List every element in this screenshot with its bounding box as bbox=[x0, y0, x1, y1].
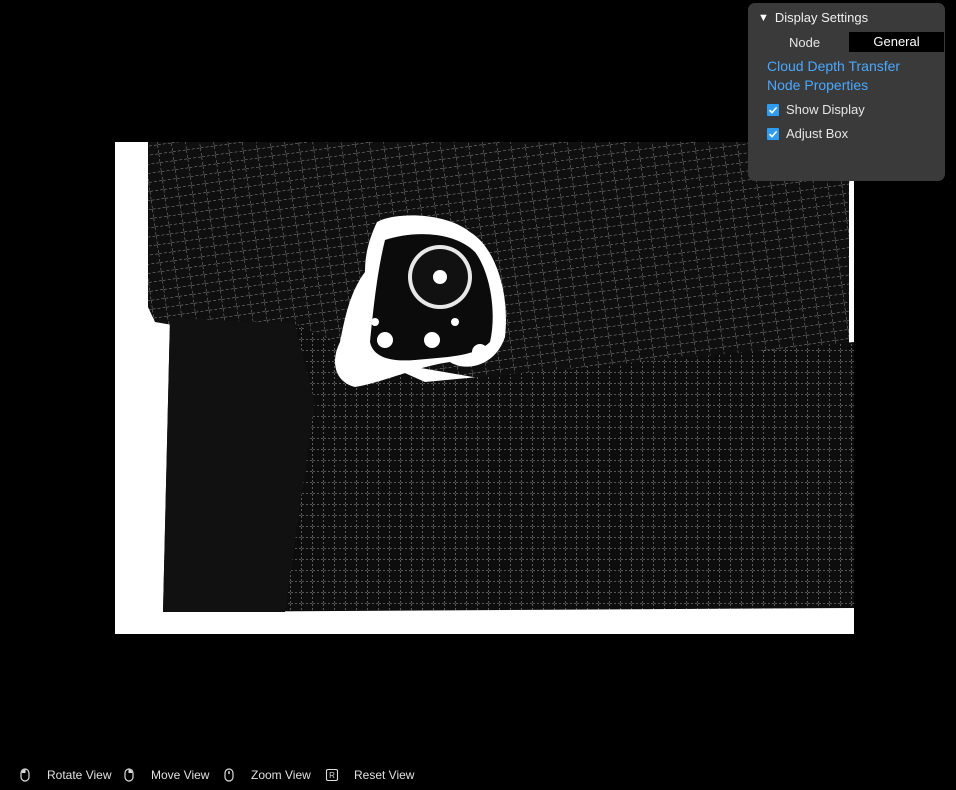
adjust-box-label: Adjust Box bbox=[786, 126, 849, 141]
checkmark-icon[interactable] bbox=[767, 103, 779, 116]
display-settings-panel: ▼ Display Settings Node General Cloud De… bbox=[748, 3, 945, 181]
cloud-depth-transfer-link[interactable]: Cloud Depth Transfer bbox=[767, 58, 900, 74]
node-label: Node bbox=[789, 35, 821, 50]
display-settings-header[interactable]: ▼ Display Settings bbox=[758, 10, 868, 25]
hint-rotate-view: Rotate View bbox=[18, 762, 111, 788]
hint-move-view: Move View bbox=[122, 762, 209, 788]
panel-title: Display Settings bbox=[774, 10, 869, 25]
hint-zoom-view: Zoom View bbox=[222, 762, 311, 788]
hint-label: Move View bbox=[151, 768, 210, 782]
adjust-box-checkbox[interactable]: Adjust Box bbox=[767, 126, 848, 141]
key-r-icon: R bbox=[325, 768, 339, 782]
node-properties-link[interactable]: Node Properties bbox=[767, 77, 868, 93]
node-select[interactable]: General bbox=[849, 32, 944, 52]
hint-label: Rotate View bbox=[47, 768, 112, 782]
show-display-checkbox[interactable]: Show Display bbox=[767, 102, 865, 117]
depth-point-cloud[interactable] bbox=[115, 142, 854, 634]
point-cloud-render bbox=[148, 142, 854, 612]
collapse-triangle-icon: ▼ bbox=[758, 11, 769, 24]
mouse-wheel-icon bbox=[224, 768, 234, 782]
control-hints-bar: Rotate View Move View Zoom View R Reset … bbox=[0, 762, 956, 788]
checkmark-icon[interactable] bbox=[767, 127, 779, 140]
hint-label: Reset View bbox=[354, 768, 415, 782]
hint-reset-view: R Reset View bbox=[325, 762, 414, 788]
hint-label: Zoom View bbox=[251, 768, 311, 782]
svg-text:R: R bbox=[329, 771, 335, 780]
mouse-left-icon bbox=[20, 768, 30, 782]
show-display-label: Show Display bbox=[786, 102, 865, 117]
mouse-right-icon bbox=[124, 768, 134, 782]
